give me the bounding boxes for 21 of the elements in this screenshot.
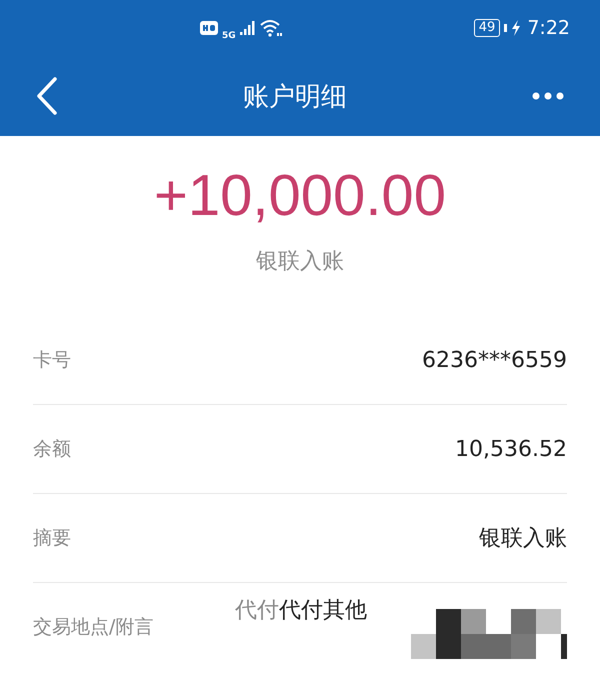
hd-icon <box>200 21 218 35</box>
transaction-type: 银联入账 <box>256 248 344 276</box>
detail-value: 6236***6559 <box>422 348 567 372</box>
battery-level: 49 <box>474 19 500 37</box>
amount-text: +10,000.00 <box>154 164 446 228</box>
detail-label: 卡号 <box>33 348 71 373</box>
clock-time: 7:22 <box>527 17 570 39</box>
detail-value: 10,536.52 <box>455 436 567 462</box>
detail-label: 余额 <box>33 437 71 462</box>
detail-label: 交易地点/附言 <box>33 615 154 640</box>
battery-tip-icon <box>504 24 508 32</box>
detail-value: 银联入账 <box>479 525 567 553</box>
more-button[interactable] <box>532 92 564 100</box>
detail-value: 代付代付其他 <box>235 597 367 625</box>
page-title: 账户明细 <box>243 80 347 114</box>
lightning-icon <box>511 20 522 36</box>
network-label: 5G <box>222 31 236 41</box>
wifi-icon <box>260 19 282 37</box>
signal-icon <box>240 20 256 36</box>
back-button[interactable] <box>36 77 58 115</box>
detail-label: 摘要 <box>33 526 71 551</box>
